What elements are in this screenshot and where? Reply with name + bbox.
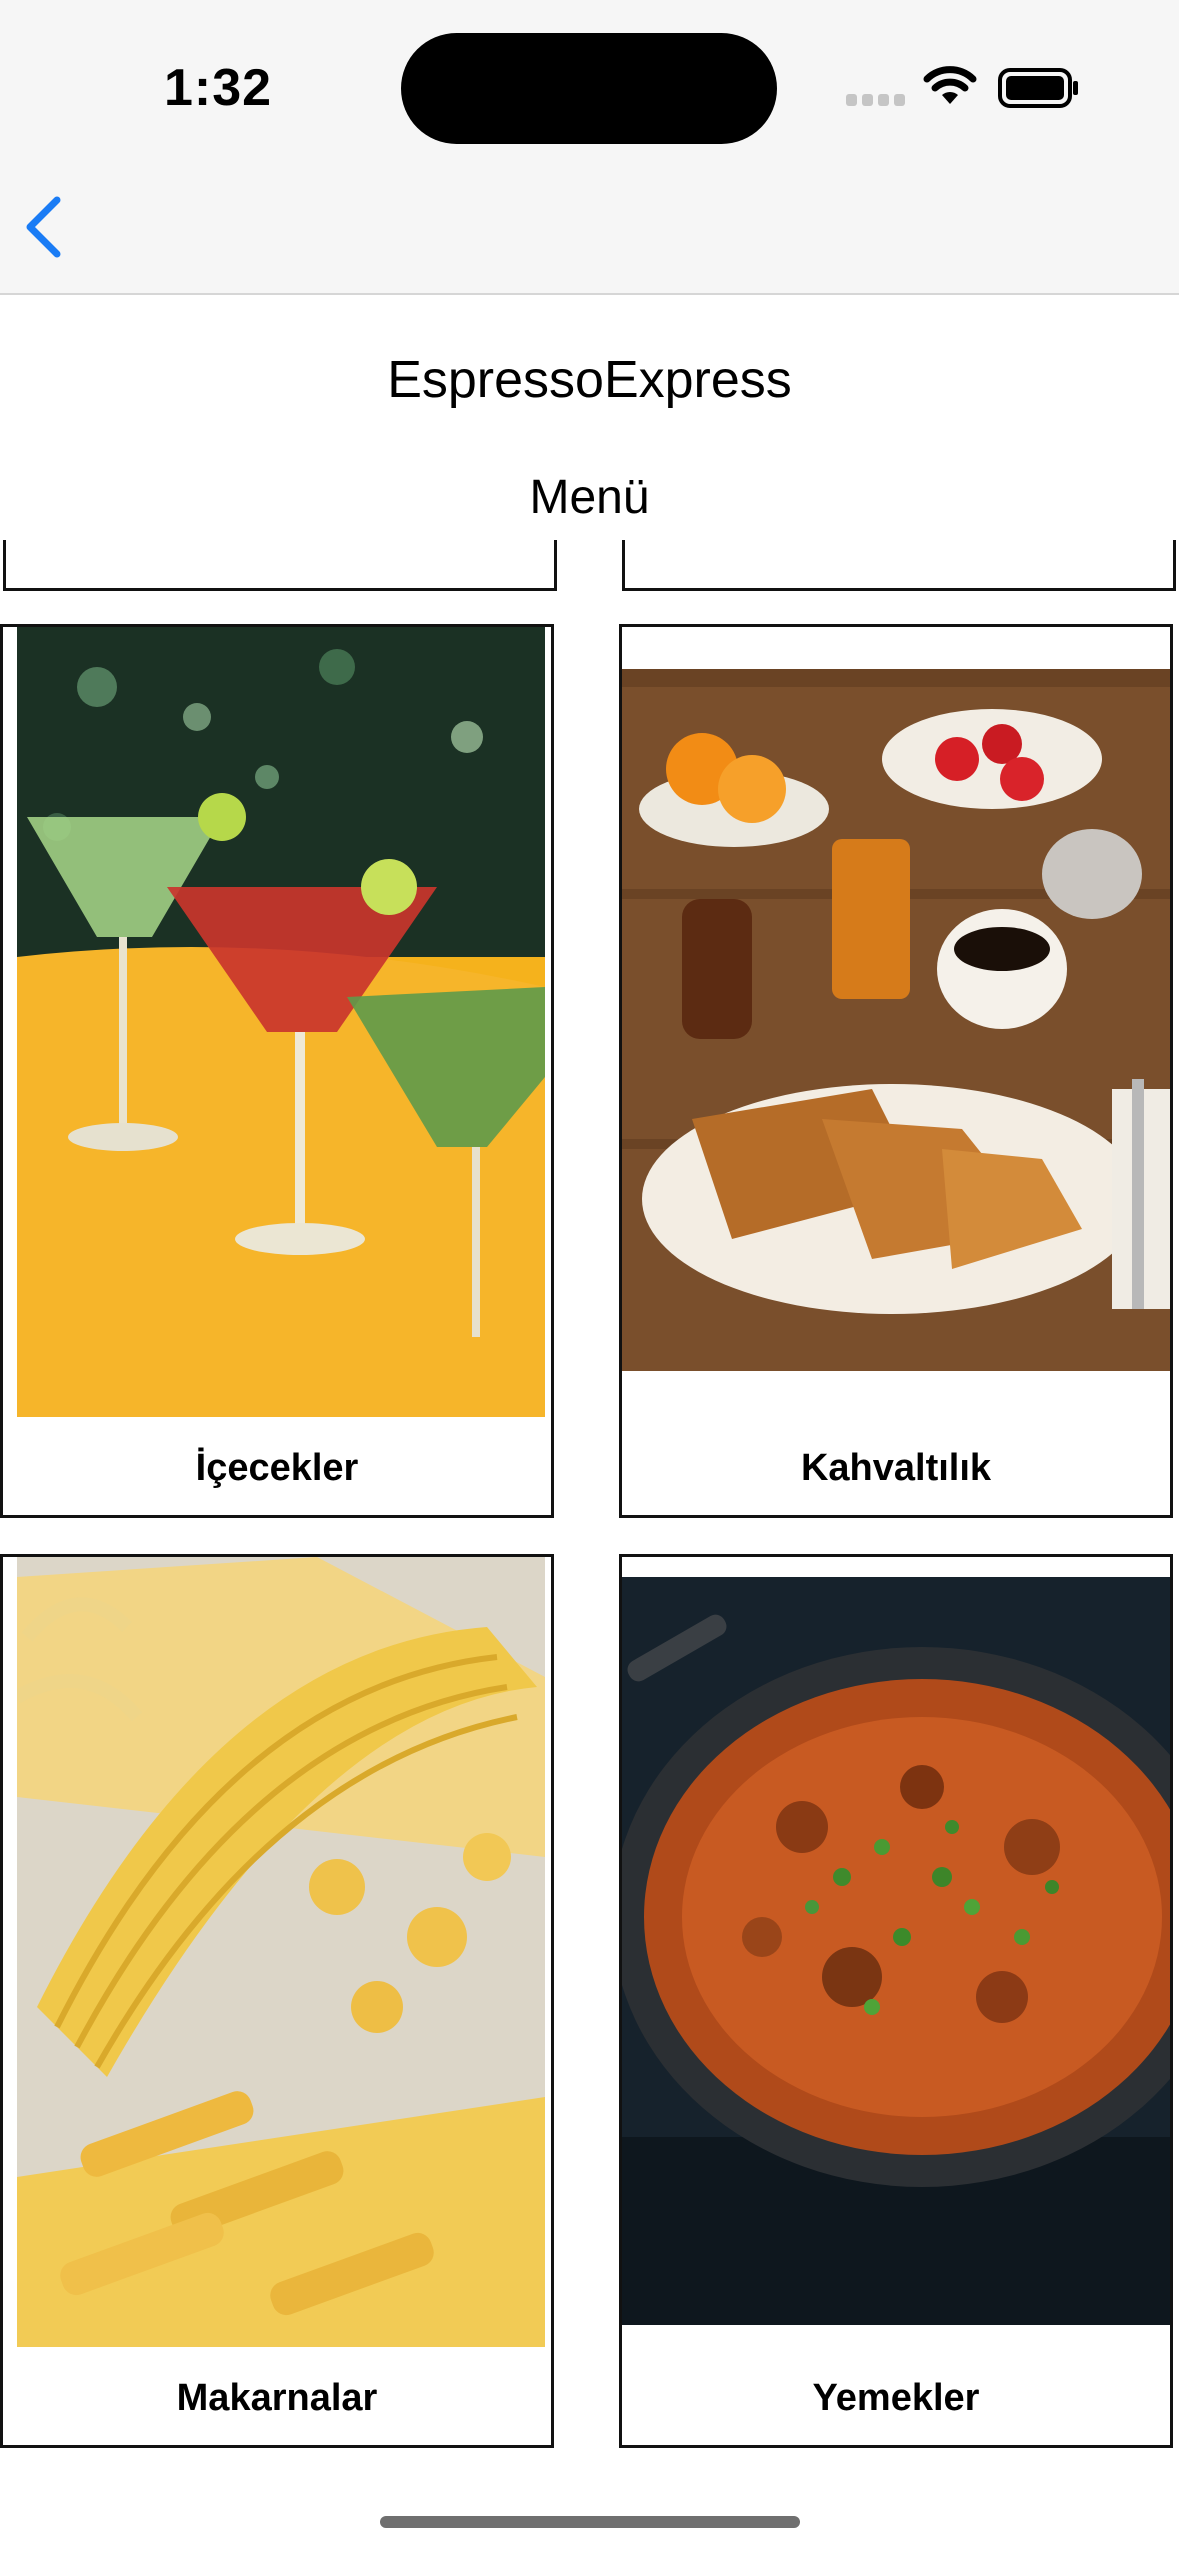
menu-card-icecekler[interactable]: İçecekler xyxy=(0,624,554,1518)
menu-card-label: Kahvaltılık xyxy=(800,1447,992,1489)
menu-card-yemekler[interactable]: Yemekler xyxy=(619,1554,1173,2448)
menu-grid: İçecekler Kahvaltılık Makarnalar Yemekle… xyxy=(0,540,1179,2470)
curry-pan-photo xyxy=(622,1577,1170,2325)
menu-card-partial-right[interactable] xyxy=(622,540,1176,591)
status-and-nav-bar: 1:32 xyxy=(0,0,1179,295)
cellular-signal-icon xyxy=(846,94,906,106)
status-time: 1:32 xyxy=(164,59,273,117)
back-chevron-icon[interactable] xyxy=(24,196,64,258)
app-title: EspressoExpress xyxy=(387,351,792,409)
menu-card-label: İçecekler xyxy=(195,1447,359,1489)
menu-card-kahvaltilik[interactable]: Kahvaltılık xyxy=(619,624,1173,1518)
page-subtitle: Menü xyxy=(529,471,650,524)
menu-card-label: Makarnalar xyxy=(176,2377,378,2419)
home-indicator[interactable] xyxy=(380,2516,800,2528)
menu-card-label: Yemekler xyxy=(812,2377,980,2419)
battery-icon xyxy=(998,68,1078,108)
cocktails-photo xyxy=(17,627,545,1417)
breakfast-photo xyxy=(622,669,1170,1371)
menu-card-partial-left[interactable] xyxy=(3,540,557,591)
dynamic-island xyxy=(401,33,777,144)
wifi-icon xyxy=(923,66,977,104)
pasta-photo xyxy=(17,1557,545,2347)
menu-card-makarnalar[interactable]: Makarnalar xyxy=(0,1554,554,2448)
